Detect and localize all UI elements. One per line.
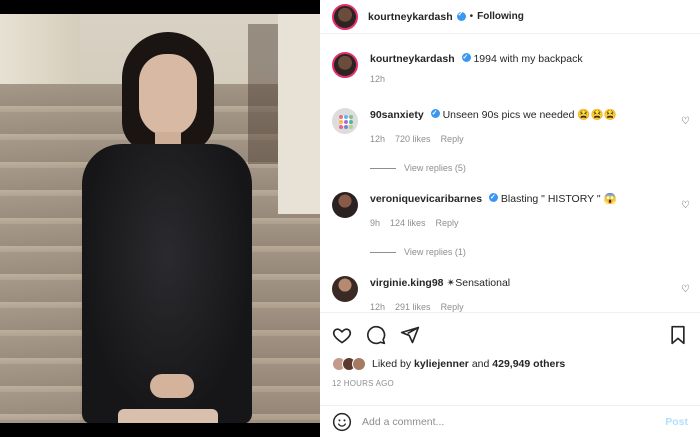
caption-row: kourtneykardash 1994 with my backpack 12… [332,51,670,86]
view-replies-button[interactable]: View replies (5) [370,163,466,173]
comment-time: 12h [370,302,386,312]
like-post-icon[interactable] [332,325,352,345]
post-header: kourtneykardash • Following [320,0,700,34]
add-comment-bar: Add a comment... Post [320,405,700,437]
view-replies-label: View replies (1) [404,247,466,257]
comment-text-block: veroniquevicaribarnes Blasting " HISTORY… [370,191,670,230]
likes-prefix: Liked by [372,358,412,370]
caption-time: 12h [370,74,386,84]
comment-input[interactable]: Add a comment... [362,416,444,428]
view-replies-label: View replies (5) [404,163,466,173]
liker-avatar [352,357,366,371]
photo-door [278,14,320,214]
comment-text: Unseen 90s pics we needed 😫😫😫 [442,109,617,121]
comment-username[interactable]: virginie.king98 [370,277,444,289]
replies-line-divider [370,167,396,169]
comment-meta: 12h 720 likes Reply [370,132,670,146]
comment-likes[interactable]: 720 likes [395,132,431,146]
following-button[interactable]: Following [477,11,524,22]
comment-row: 90sanxiety Unseen 90s pics we needed 😫😫😫… [332,107,670,146]
likes-middle: and [471,358,490,370]
caption-text: 1994 with my backpack [473,53,583,65]
comment-row: virginie.king98 ✴Sensational 12h 291 lik… [332,276,670,312]
post-timestamp[interactable]: 12 HOURS AGO [332,379,394,388]
caption-avatar[interactable] [332,52,358,78]
photo-person-face [139,54,197,136]
reply-button[interactable]: Reply [441,132,464,146]
post-details-panel: kourtneykardash • Following kourtneykard… [320,0,700,437]
likes-count[interactable]: 429,949 others [492,358,565,370]
caption-text-block: kourtneykardash 1994 with my backpack 12… [370,51,670,86]
commenter-avatar[interactable] [332,276,358,302]
like-comment-icon[interactable]: ♡ [681,116,690,127]
verified-badge-icon [461,51,471,65]
emoji-icon[interactable] [332,412,352,432]
likes-text: Liked by kyliejenner and 429,949 others [372,358,565,370]
post-photo[interactable] [0,0,320,437]
comment-time: 9h [370,218,381,228]
post-comment-button[interactable]: Post [665,416,688,428]
comment-meta: 12h 291 likes Reply [370,300,670,312]
comment-time: 12h [370,134,386,144]
verified-badge-icon [430,107,440,121]
comment-icon[interactable] [366,325,386,345]
comment-row: veroniquevicaribarnes Blasting " HISTORY… [332,191,670,230]
likes-summary: Liked by kyliejenner and 429,949 others [332,357,565,371]
post-actions-section: Liked by kyliejenner and 429,949 others … [320,312,700,437]
replies-line-divider [370,251,396,253]
photo-scene [0,14,320,423]
comment-likes[interactable]: 291 likes [395,300,431,312]
caption-meta: 12h [370,72,670,86]
liker-username[interactable]: kyliejenner [414,358,469,370]
commenter-avatar[interactable] [332,192,358,218]
verified-badge-icon [456,10,466,21]
comment-text: Blasting " HISTORY " 😱 [500,193,617,205]
photo-person-hands [150,374,194,398]
comment-meta: 9h 124 likes Reply [370,216,670,230]
photo-person-legs [118,409,218,423]
like-comment-icon[interactable]: ♡ [681,200,690,211]
comment-text-block: virginie.king98 ✴Sensational 12h 291 lik… [370,276,670,312]
bookmark-icon[interactable] [668,325,688,345]
reply-button[interactable]: Reply [441,300,464,312]
dots-pattern-icon [339,115,353,129]
view-replies-button[interactable]: View replies (1) [370,247,466,257]
comment-text: ✴Sensational [446,277,511,289]
comment-text-block: 90sanxiety Unseen 90s pics we needed 😫😫😫… [370,107,670,146]
commenter-avatar[interactable] [332,108,358,134]
comment-username[interactable]: veroniquevicaribarnes [370,193,482,205]
action-icons [332,325,420,345]
share-icon[interactable] [400,325,420,345]
comment-username[interactable]: 90sanxiety [370,109,424,121]
comment-likes[interactable]: 124 likes [390,216,426,230]
author-avatar[interactable] [332,3,358,30]
like-comment-icon[interactable]: ♡ [681,284,690,295]
caption-username[interactable]: kourtneykardash [370,53,455,65]
verified-badge-icon [488,191,498,205]
comments-list[interactable]: kourtneykardash 1994 with my backpack 12… [320,40,700,312]
reply-button[interactable]: Reply [436,216,459,230]
separator-dot: • [469,11,474,22]
author-username[interactable]: kourtneykardash [368,11,453,23]
